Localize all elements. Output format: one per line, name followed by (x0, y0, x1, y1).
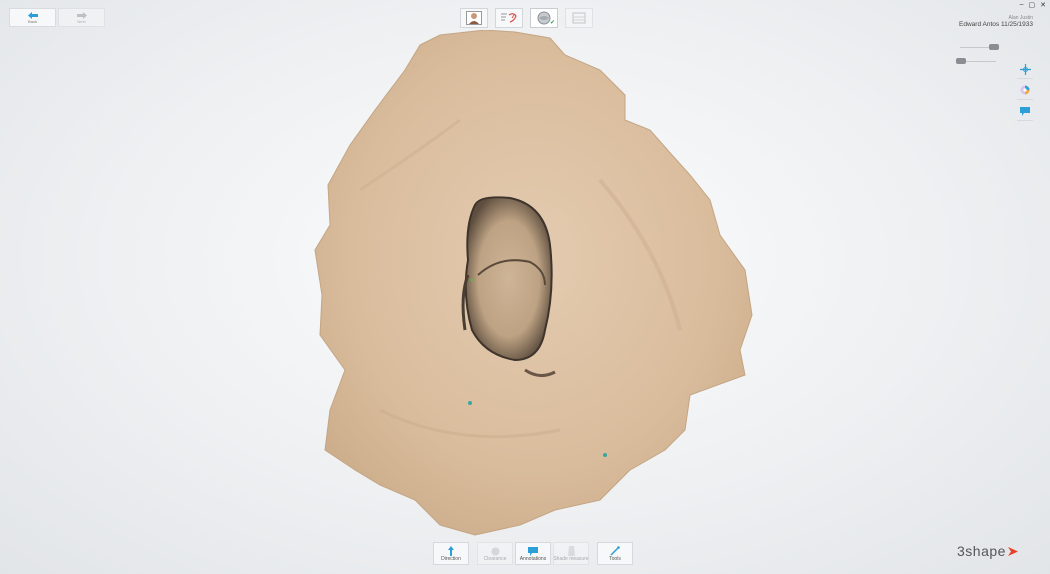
logo-triangle-icon (1007, 546, 1018, 556)
color-wheel-icon (1020, 85, 1030, 95)
logo-text: 3shape (957, 543, 1006, 559)
clearance-label: Clearance (483, 556, 507, 562)
workflow-bar: ✔ (460, 8, 593, 28)
bottom-toolbar: Direction Clearance Annotations Shade me… (433, 542, 633, 565)
shade-measure-icon (567, 546, 575, 556)
next-button[interactable]: Next (58, 8, 105, 27)
direction-label: Direction (441, 556, 461, 562)
annotations-button[interactable]: Annotations (515, 542, 551, 565)
next-arrow-icon (76, 11, 87, 19)
tools-wand-icon (610, 546, 620, 556)
scan-3d-model[interactable] (300, 30, 770, 540)
minimize-icon[interactable]: – (1020, 1, 1024, 9)
next-label: Next (77, 18, 86, 24)
tools-label: Tools (609, 556, 621, 562)
comment-icon (1020, 106, 1030, 116)
window-controls: – ▢ ✕ (1020, 1, 1046, 9)
tooth-socket (464, 196, 553, 362)
upper-jaw-slider[interactable] (954, 41, 1002, 55)
completed-check-icon: ✔ (549, 20, 555, 26)
user-info: Alan Justin Edward Antos 11/25/1933 (959, 15, 1033, 29)
lower-jaw-icon[interactable] (956, 58, 966, 64)
direction-button[interactable]: Direction (433, 542, 469, 565)
shade-measure-button[interactable]: Shade measure (553, 542, 589, 565)
right-toolbar (1017, 60, 1033, 123)
crosshair-icon (1019, 63, 1031, 75)
tools-button[interactable]: Tools (597, 542, 633, 565)
brand-logo: 3shape (957, 543, 1018, 559)
direction-icon (448, 546, 454, 556)
scan-step[interactable]: ✔ (530, 8, 558, 28)
marker-point (470, 278, 474, 282)
patient-step[interactable] (460, 8, 488, 28)
comment-button[interactable] (1017, 102, 1033, 121)
view-orientation-button[interactable] (1017, 60, 1033, 79)
color-toggle-button[interactable] (1017, 81, 1033, 100)
shade-measure-label: Shade measure (553, 556, 589, 562)
marker-point (603, 453, 607, 457)
order-form-icon (501, 13, 517, 23)
lower-jaw-slider[interactable] (954, 55, 1002, 69)
patient-photo-icon (466, 11, 482, 25)
jaw-sliders (954, 41, 1002, 69)
clearance-icon (491, 547, 499, 556)
marker-point (468, 401, 472, 405)
send-step[interactable] (565, 8, 593, 28)
send-tray-icon (572, 12, 586, 24)
maximize-icon[interactable]: ▢ (1029, 1, 1036, 9)
order-step[interactable] (495, 8, 523, 28)
annotations-label: Annotations (519, 556, 547, 562)
annotation-icon (528, 547, 538, 556)
back-button[interactable]: Back (9, 8, 56, 27)
upper-jaw-icon[interactable] (989, 44, 999, 50)
close-icon[interactable]: ✕ (1040, 1, 1046, 9)
clearance-button[interactable]: Clearance (477, 542, 513, 565)
patient-name: Edward Antos 11/25/1933 (959, 21, 1033, 28)
back-arrow-icon (27, 11, 38, 19)
back-label: Back (28, 18, 37, 24)
scan-globe-icon (537, 11, 551, 25)
